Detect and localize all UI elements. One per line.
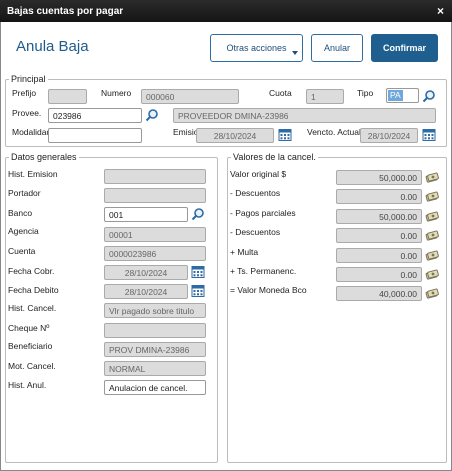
window-titlebar: Bajas cuentas por pagar × (0, 0, 452, 22)
cuenta-label: Cuenta (8, 246, 36, 256)
fecha-debito-field: 28/10/2024 (104, 284, 188, 299)
money-icon[interactable] (425, 267, 439, 281)
cuota-label: Cuota (269, 88, 292, 98)
mot-cancel-label: Mot. Cancel. (8, 361, 56, 371)
cuenta-field: 0000023986 (104, 246, 206, 261)
valor-field: 50,000.00 (336, 208, 422, 224)
calendar-icon[interactable] (191, 284, 205, 298)
emision-field: 28/10/2024 (196, 128, 274, 143)
valor-label: = Valor Moneda Bco (230, 285, 307, 296)
cheque-field (104, 323, 206, 338)
valor-label: + Multa (230, 246, 259, 257)
modalidad-label: Modalidad (12, 127, 52, 137)
window-title: Bajas cuentas por pagar (7, 6, 124, 17)
money-icon[interactable] (425, 209, 439, 223)
banco-input[interactable]: 001 (104, 207, 188, 222)
money-icon[interactable] (425, 189, 439, 203)
close-icon[interactable]: × (437, 4, 444, 18)
hist-anul-label: Hist. Anul. (8, 380, 47, 390)
search-icon[interactable] (422, 89, 436, 103)
portador-field (104, 188, 206, 203)
numero-label: Numero (101, 88, 132, 98)
portador-label: Portador (8, 188, 41, 198)
vencto-label: Vencto. Actual (307, 127, 361, 137)
valor-field: 0.00 (336, 189, 422, 205)
modalidad-input[interactable] (48, 128, 142, 143)
money-icon[interactable] (425, 228, 439, 242)
tipo-field[interactable]: PA (386, 88, 419, 103)
prefijo-field (48, 89, 87, 104)
valor-field: 0.00 (336, 267, 422, 282)
vencto-field: 28/10/2024 (360, 128, 418, 143)
cuota-field: 1 (306, 89, 344, 104)
agencia-field: 00001 (104, 227, 206, 242)
valor-field: 0.00 (336, 247, 422, 263)
valor-label: - Descuentos (230, 188, 281, 199)
agencia-label: Agencia (8, 226, 39, 236)
chevron-down-icon (292, 51, 298, 55)
valor-label: Valor original $ (230, 169, 287, 179)
cheque-label: Cheque Nº (8, 323, 50, 333)
money-icon[interactable] (425, 170, 439, 184)
calendar-icon[interactable] (278, 128, 292, 142)
beneficiario-label: Beneficiario (8, 341, 53, 351)
valor-field: 0.00 (336, 228, 422, 244)
proveedor-label: Provee. (12, 108, 42, 118)
banco-label: Banco (8, 208, 33, 218)
money-icon[interactable] (425, 286, 439, 300)
valor-field: 50,000.00 (336, 170, 422, 185)
fecha-cobr-label: Fecha Cobr. (8, 266, 55, 276)
proveedor-name-field: PROVEEDOR DMINA-23986 (173, 108, 436, 123)
search-icon[interactable] (145, 108, 159, 122)
principal-legend: Principal (9, 74, 48, 84)
calendar-icon[interactable] (191, 265, 205, 279)
confirmar-button[interactable]: Confirmar (371, 34, 438, 62)
tipo-label: Tipo (357, 88, 374, 98)
money-icon[interactable] (425, 248, 439, 262)
calendar-icon[interactable] (422, 128, 436, 142)
prefijo-label: Prefijo (12, 88, 37, 98)
beneficiario-field: PROV DMINA-23986 (104, 342, 206, 357)
proveedor-code-input[interactable]: 023986 (48, 108, 142, 123)
tipo-value: PA (388, 90, 403, 101)
fecha-debito-label: Fecha Debito (8, 285, 59, 295)
numero-field: 000060 (141, 89, 239, 104)
otras-acciones-label: Otras acciones (226, 43, 287, 53)
hist-cancel-label: Hist. Cancel. (8, 303, 57, 313)
page-title: Anula Baja (16, 38, 89, 55)
valor-label: - Pagos parciales (230, 207, 296, 218)
fecha-cobr-field: 28/10/2024 (104, 265, 188, 280)
hist-anul-input[interactable]: Anulacion de cancel. (104, 380, 206, 395)
hist-cancel-field: Vlr pagado sobre titulo (104, 303, 206, 318)
mot-cancel-field: NORMAL (104, 361, 206, 376)
confirmar-label: Confirmar (382, 43, 426, 53)
valor-label: + Ts. Permanenc. (230, 266, 297, 276)
search-icon[interactable] (191, 207, 205, 221)
valor-field: 40,000.00 (336, 286, 422, 302)
anular-label: Anular (323, 43, 350, 53)
otras-acciones-button[interactable]: Otras acciones (210, 34, 303, 62)
valores-legend: Valores de la cancel. (231, 152, 318, 162)
hist-emision-field (104, 169, 206, 184)
anular-button[interactable]: Anular (311, 34, 363, 62)
valor-label: - Descuentos (230, 227, 281, 238)
datos-generales-legend: Datos generales (9, 152, 79, 162)
hist-emision-label: Hist. Emision (8, 169, 58, 179)
